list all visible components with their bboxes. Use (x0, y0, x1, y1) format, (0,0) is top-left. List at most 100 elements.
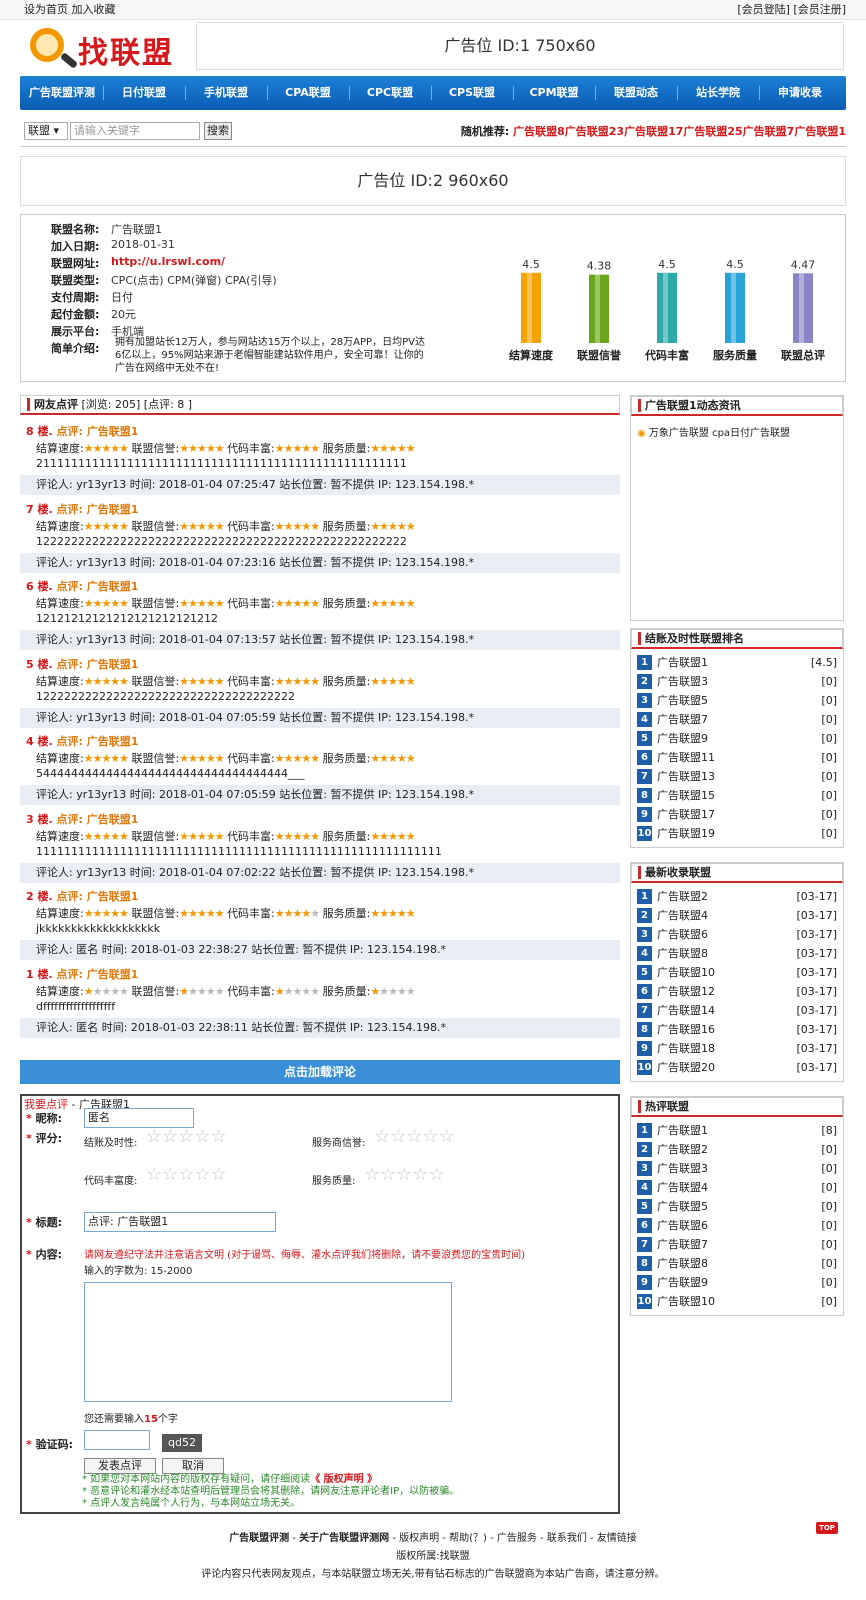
hot-item[interactable]: 5 广告联盟5 [0] (637, 1197, 837, 1216)
ranking-item[interactable]: 7 广告联盟13 [0] (637, 767, 837, 786)
info-row: 简单介绍: (21, 340, 501, 357)
ranking-item[interactable]: 5 广告联盟9 [0] (637, 729, 837, 748)
hot-item[interactable]: 7 广告联盟7 [0] (637, 1235, 837, 1254)
load-more-button[interactable]: 点击加载评论 (20, 1060, 620, 1084)
nav-item-4[interactable]: CPC联盟 (350, 76, 430, 110)
footer-link-4[interactable]: 广告服务 (497, 1533, 537, 1544)
score-stars-2[interactable]: ☆☆☆☆☆ (374, 1126, 455, 1147)
nav-item-1[interactable]: 日付联盟 (104, 76, 184, 110)
rating-label: 代码丰富: (227, 674, 275, 688)
nav-item-8[interactable]: 站长学院 (678, 76, 758, 110)
rating-bar-chart: 4.5 结算速度 4.38 联盟信誉 4.5 代码丰富 4.5 服务质量 4.47 联盟总评 (508, 258, 825, 362)
nav-item-7[interactable]: 联盟动态 (596, 76, 676, 110)
chart-category-label-3: 服务质量 (713, 348, 757, 362)
latest-item[interactable]: 8 广告联盟16 [03-17] (637, 1020, 837, 1039)
info-row: 起付金额: 20元 (21, 306, 501, 323)
bullet-icon: ◉ (637, 428, 649, 439)
latest-item[interactable]: 9 广告联盟18 [03-17] (637, 1039, 837, 1058)
ranking-item[interactable]: 3 广告联盟5 [0] (637, 691, 837, 710)
latest-item[interactable]: 7 广告联盟14 [03-17] (637, 1001, 837, 1020)
comment-title[interactable]: 点评: 广告联盟1 (57, 813, 139, 826)
hot-item[interactable]: 3 广告联盟3 [0] (637, 1159, 837, 1178)
footer-link-3[interactable]: 帮助(？) (449, 1533, 487, 1544)
submit-button[interactable]: 发表点评 (84, 1458, 156, 1474)
nick-input[interactable]: 匿名 (84, 1108, 194, 1128)
latest-item[interactable]: 3 广告联盟6 [03-17] (637, 925, 837, 944)
comment-title[interactable]: 点评: 广告联盟1 (57, 580, 139, 593)
hot-item[interactable]: 4 广告联盟4 [0] (637, 1178, 837, 1197)
hot-item[interactable]: 8 广告联盟8 [0] (637, 1254, 837, 1273)
item-name: 广告联盟2 (657, 1143, 708, 1156)
item-value: [03-17] (796, 1042, 837, 1055)
ranking-item[interactable]: 6 广告联盟11 [0] (637, 748, 837, 767)
site-logo[interactable]: 找联盟 (26, 24, 196, 71)
comment-title[interactable]: 点评: 广告联盟1 (57, 968, 139, 981)
comment-title[interactable]: 点评: 广告联盟1 (57, 503, 139, 516)
ranking-item[interactable]: 2 广告联盟3 [0] (637, 672, 837, 691)
form-notes: * 如果您对本网站内容的版权存有疑问，请仔细阅读《 版权声明 》 * 恶意评论和… (82, 1474, 460, 1509)
comment-title[interactable]: 点评: 广告联盟1 (57, 735, 139, 748)
top-left-links[interactable]: 设为首页 加入收藏 (24, 0, 116, 20)
footer-link-5[interactable]: 联系我们 (547, 1533, 587, 1544)
rating-stars: ★★★★★ (370, 984, 415, 998)
rating-stars: ★★★★★ (83, 519, 129, 533)
copyright-link[interactable]: 《 版权声明 》 (310, 1474, 377, 1485)
ranking-item[interactable]: 10 广告联盟19 [0] (637, 824, 837, 843)
comment-title[interactable]: 点评: 广告联盟1 (57, 425, 139, 438)
content-textarea[interactable] (84, 1282, 452, 1402)
subject-input[interactable]: 点评: 广告联盟1 (84, 1212, 276, 1232)
latest-item[interactable]: 6 广告联盟12 [03-17] (637, 982, 837, 1001)
search-input[interactable]: 请输入关键字 (70, 122, 200, 140)
nav-item-0[interactable]: 广告联盟评测 (22, 76, 102, 110)
info-value: 20元 (111, 308, 136, 321)
comment-title[interactable]: 点评: 广告联盟1 (57, 658, 139, 671)
hot-item[interactable]: 10 广告联盟10 [0] (637, 1292, 837, 1311)
captcha-input[interactable] (84, 1430, 150, 1450)
hot-item[interactable]: 9 广告联盟9 [0] (637, 1273, 837, 1292)
hot-title: 热评联盟 (638, 1100, 689, 1113)
member-links[interactable]: [会员登陆] [会员注册] (737, 0, 846, 20)
footer-link-0[interactable]: 广告联盟评测 (229, 1533, 289, 1544)
item-value: [0] (821, 1238, 837, 1251)
hot-item[interactable]: 2 广告联盟2 [0] (637, 1140, 837, 1159)
latest-item[interactable]: 5 广告联盟10 [03-17] (637, 963, 837, 982)
score-stars-1[interactable]: ☆☆☆☆☆ (146, 1126, 227, 1147)
captcha-image[interactable]: qd52 (162, 1434, 202, 1452)
nav-item-2[interactable]: 手机联盟 (186, 76, 266, 110)
nav-item-9[interactable]: 申请收录 (760, 76, 840, 110)
latest-item[interactable]: 2 广告联盟4 [03-17] (637, 906, 837, 925)
footer-link-2[interactable]: 版权声明 (399, 1533, 439, 1544)
union-url-link[interactable]: http://u.lrswl.com/ (111, 255, 225, 268)
ranking-item[interactable]: 1 广告联盟1 [4.5] (637, 653, 837, 672)
latest-item[interactable]: 10 广告联盟20 [03-17] (637, 1058, 837, 1077)
comment-title[interactable]: 点评: 广告联盟1 (57, 890, 139, 903)
news-item[interactable]: ◉ 万象广告联盟 cpa日付广告联盟 (637, 424, 837, 439)
hot-item[interactable]: 1 广告联盟1 [8] (637, 1121, 837, 1140)
search-button[interactable]: 搜索 (204, 122, 232, 140)
random-links[interactable]: 广告联盟8广告联盟23广告联盟17广告联盟25广告联盟7广告联盟1 (513, 125, 846, 138)
ad-banner-top[interactable]: 广告位 ID:1 750x60 (196, 22, 844, 70)
footer-link-6[interactable]: 友情链接 (597, 1533, 637, 1544)
latest-item[interactable]: 4 广告联盟8 [03-17] (637, 944, 837, 963)
cancel-button[interactable]: 取消 (162, 1458, 224, 1474)
ranking-item[interactable]: 4 广告联盟7 [0] (637, 710, 837, 729)
info-row: 加入日期: 2018-01-31 (21, 238, 501, 255)
comment-floor: 1 楼. (26, 967, 57, 981)
footer-link-1[interactable]: 关于广告联盟评测网 (299, 1533, 389, 1544)
nav-item-6[interactable]: CPM联盟 (514, 76, 594, 110)
hot-item[interactable]: 6 广告联盟6 [0] (637, 1216, 837, 1235)
score-stars-4[interactable]: ☆☆☆☆☆ (364, 1164, 445, 1185)
nav-item-5[interactable]: CPS联盟 (432, 76, 512, 110)
search-category-select[interactable]: 联盟 ▾ (24, 122, 68, 140)
nav-item-3[interactable]: CPA联盟 (268, 76, 348, 110)
info-row: 展示平台: 手机端 (21, 323, 501, 340)
latest-item[interactable]: 1 广告联盟2 [03-17] (637, 887, 837, 906)
item-value: [0] (821, 713, 837, 726)
score-stars-3[interactable]: ☆☆☆☆☆ (146, 1164, 227, 1185)
rating-stars: ★★★★★ (179, 752, 224, 765)
ranking-item[interactable]: 9 广告联盟17 [0] (637, 805, 837, 824)
ad-banner-mid[interactable]: 广告位 ID:2 960x60 (20, 156, 846, 206)
comment-ratings: 结算速度:★★★★★ 联盟信誉:★★★★★ 代码丰富:★★★★★ 服务质量:★★… (36, 595, 416, 611)
rank-number: 10 (637, 826, 652, 841)
ranking-item[interactable]: 8 广告联盟15 [0] (637, 786, 837, 805)
